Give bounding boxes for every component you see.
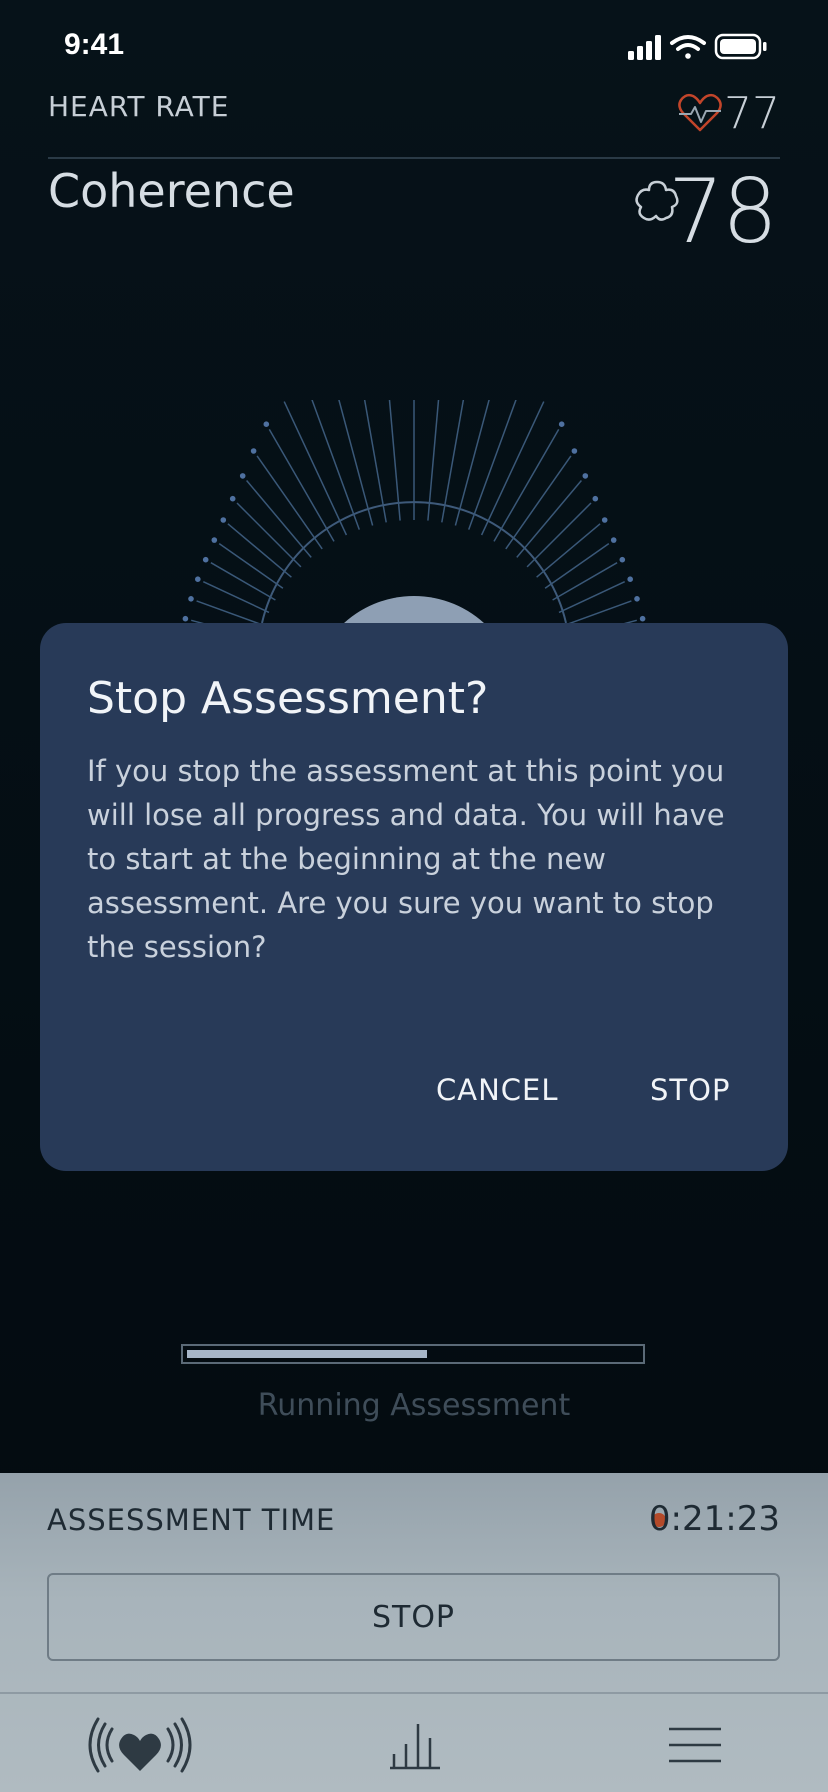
- visualization-ray: [218, 542, 284, 589]
- visualization-dot: [627, 576, 633, 582]
- visualization-ray: [338, 400, 374, 526]
- wifi-icon: [670, 35, 706, 59]
- visualization-ray: [558, 581, 626, 614]
- visualization-dot: [558, 421, 565, 428]
- assessment-progress-bar: [181, 1344, 645, 1364]
- visualization-dot: [634, 596, 640, 602]
- visualization-ray: [210, 562, 276, 601]
- visualization-ray: [236, 502, 302, 568]
- visualization-dot: [229, 495, 236, 502]
- visualization-dot: [601, 517, 608, 523]
- visualization-ray: [526, 502, 592, 568]
- coherence-value: 78: [668, 160, 778, 263]
- menu-icon: [669, 1727, 721, 1763]
- visualization-ray: [363, 400, 387, 523]
- tab-heart-signal[interactable]: [80, 1705, 200, 1785]
- battery-icon: [714, 33, 767, 60]
- visualization-ray: [493, 429, 560, 542]
- visualization-ray: [256, 455, 323, 550]
- visualization-ray: [454, 400, 490, 526]
- visualization-dot: [619, 556, 626, 563]
- visualization-dot: [202, 556, 209, 563]
- heart-signal-icon: [88, 1717, 192, 1773]
- visualization-dot: [592, 495, 599, 502]
- bottom-panel: ASSESSMENT TIME 0:21:23 STOP: [0, 1473, 828, 1792]
- visualization-dot: [239, 473, 246, 479]
- dialog-message: If you stop the assessment at this point…: [87, 754, 725, 964]
- visualization-ray: [552, 562, 618, 601]
- coherence-label: Coherence: [48, 164, 295, 218]
- assessment-progress-fill: [187, 1350, 427, 1358]
- visualization-dot: [220, 517, 227, 523]
- visualization-ray: [544, 542, 610, 589]
- visualization-ray: [536, 523, 601, 578]
- cellular-signal-icon: [628, 35, 661, 60]
- visualization-ray: [505, 455, 572, 550]
- heart-rate-icon: [678, 93, 722, 132]
- bar-chart-icon: [390, 1724, 440, 1770]
- visualization-dot: [182, 615, 189, 622]
- visualization-dot: [571, 448, 578, 454]
- tab-statistics[interactable]: [370, 1705, 460, 1785]
- visualization-ray: [467, 400, 517, 530]
- stop-assessment-dialog: Stop Assessment? If you stop the assessm…: [40, 623, 788, 1171]
- visualization-ray: [202, 581, 270, 614]
- tab-menu[interactable]: [650, 1705, 740, 1785]
- status-bar: 9:41: [0, 0, 828, 90]
- assessment-time-value: 0:21:23: [648, 1499, 780, 1539]
- header-divider: [48, 157, 780, 159]
- app-screen: 9:41 HEART RATE 77 Coherence 78 Running …: [0, 0, 828, 1792]
- heart-rate-label: HEART RATE: [48, 90, 230, 123]
- coherence-visualization: [176, 400, 652, 660]
- assessment-time-label: ASSESSMENT TIME: [47, 1503, 336, 1537]
- status-icons: [628, 33, 767, 60]
- visualization-dot: [250, 448, 257, 454]
- visualization-dot: [195, 576, 201, 582]
- visualization-dot: [582, 473, 589, 479]
- dialog-title: Stop Assessment?: [87, 673, 489, 724]
- cancel-button[interactable]: CANCEL: [436, 1073, 559, 1107]
- visualization-ray: [227, 523, 292, 578]
- visualization-dot: [610, 537, 617, 543]
- visualization-ray: [268, 429, 335, 542]
- confirm-stop-button[interactable]: STOP: [650, 1073, 730, 1107]
- visualization-ray: [441, 400, 465, 523]
- status-time: 9:41: [64, 28, 125, 61]
- heart-rate-value: 77: [724, 88, 780, 139]
- visualization-dot: [188, 596, 194, 602]
- tab-bar-divider: [0, 1692, 828, 1694]
- visualization-dot: [263, 421, 270, 428]
- visualization-dot: [211, 537, 218, 543]
- visualization-dot: [639, 615, 646, 622]
- stop-assessment-button[interactable]: STOP: [47, 1573, 780, 1661]
- visualization-ray: [311, 400, 361, 530]
- assessment-status-text: Running Assessment: [257, 1388, 571, 1423]
